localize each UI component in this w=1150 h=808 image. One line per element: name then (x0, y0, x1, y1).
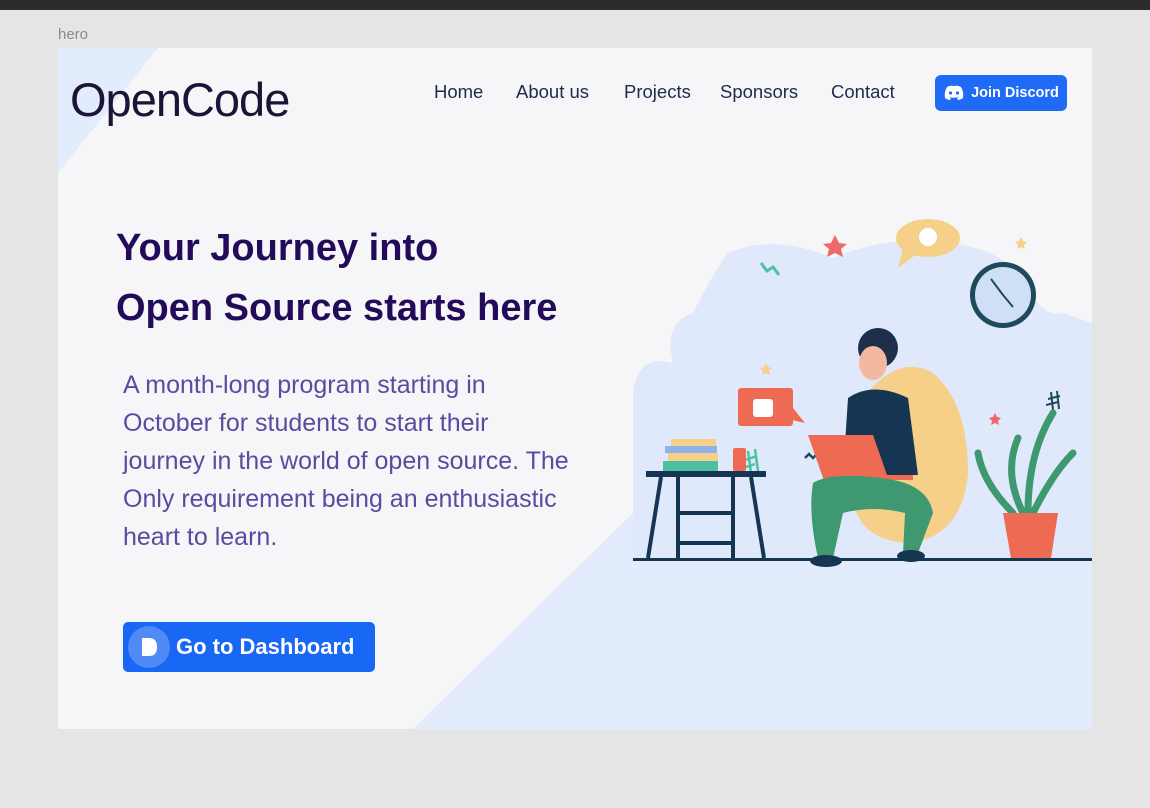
nav-about-us[interactable]: About us (516, 81, 589, 103)
go-to-dashboard-button[interactable]: Go to Dashboard (123, 622, 375, 672)
nav-projects[interactable]: Projects (624, 81, 691, 103)
hero-title: Your Journey into Open Source starts her… (116, 218, 557, 338)
hero-title-line-1: Your Journey into (116, 227, 439, 269)
discord-icon (944, 85, 964, 100)
hero-title-line-2: Open Source starts here (116, 287, 558, 329)
hero-frame: OpenCode Home About us Projects Sponsors… (58, 48, 1092, 729)
top-bar (0, 0, 1150, 10)
nav-home[interactable]: Home (434, 81, 483, 103)
dashboard-logo-icon (128, 626, 170, 668)
join-discord-label: Join Discord (971, 85, 1059, 101)
frame-label: hero (58, 26, 89, 43)
logo[interactable]: OpenCode (70, 72, 290, 127)
join-discord-button[interactable]: Join Discord (935, 75, 1067, 111)
person-with-laptop-illustration (633, 219, 1092, 567)
nav-contact[interactable]: Contact (831, 81, 895, 103)
nav-sponsors[interactable]: Sponsors (720, 81, 798, 103)
go-to-dashboard-label: Go to Dashboard (176, 634, 355, 659)
hero-description: A month-long program starting in October… (123, 371, 569, 551)
